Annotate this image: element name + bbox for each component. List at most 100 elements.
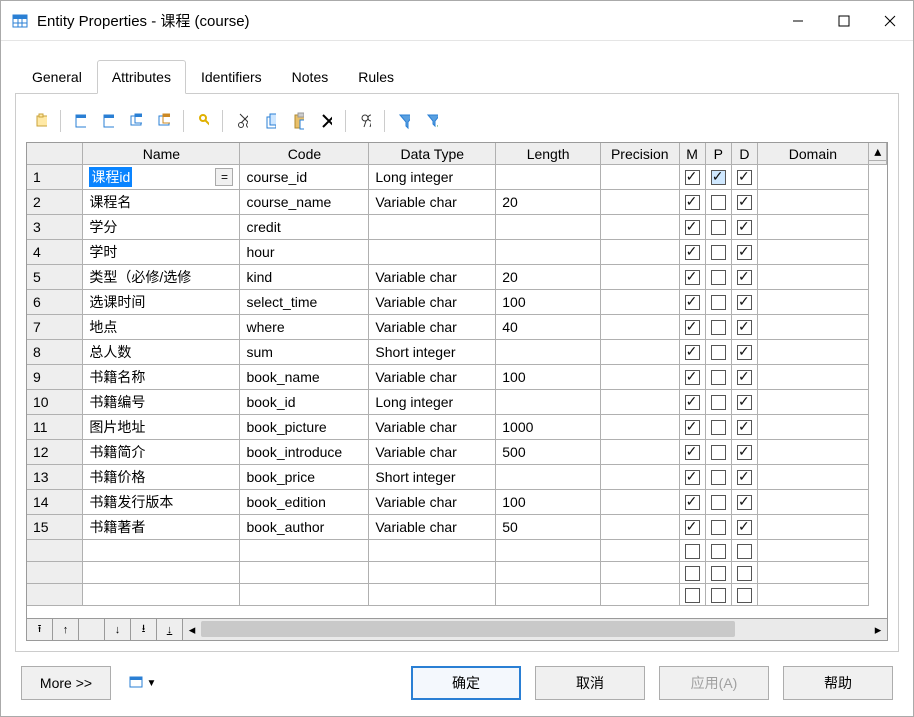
checkbox[interactable] bbox=[737, 588, 752, 603]
checkbox[interactable] bbox=[737, 320, 752, 335]
checkbox[interactable] bbox=[737, 245, 752, 260]
more-button[interactable]: More >> bbox=[21, 666, 111, 700]
table-row[interactable]: 12书籍简介book_introduceVariable char500 bbox=[27, 440, 887, 465]
checkbox[interactable] bbox=[685, 270, 700, 285]
cell-domain[interactable] bbox=[758, 490, 869, 515]
add-row-icon[interactable]: ★ bbox=[95, 108, 121, 134]
cell-name[interactable]: 课程名 bbox=[89, 194, 131, 210]
cell-code[interactable]: select_time bbox=[240, 290, 369, 315]
cell-domain[interactable] bbox=[758, 340, 869, 365]
checkbox[interactable] bbox=[711, 320, 726, 335]
cell-domain[interactable] bbox=[758, 190, 869, 215]
cell-type[interactable]: Variable char bbox=[369, 315, 496, 340]
row-number[interactable]: 6 bbox=[27, 290, 83, 315]
cancel-button[interactable]: 取消 bbox=[535, 666, 645, 700]
row-number[interactable]: 12 bbox=[27, 440, 83, 465]
table-row[interactable]: 8总人数sumShort integer bbox=[27, 340, 887, 365]
row-number[interactable]: 15 bbox=[27, 515, 83, 540]
checkbox[interactable] bbox=[685, 370, 700, 385]
cell-precision[interactable] bbox=[601, 215, 680, 240]
cell-type[interactable]: Variable char bbox=[369, 440, 496, 465]
checkbox[interactable] bbox=[685, 566, 700, 581]
checkbox[interactable] bbox=[737, 520, 752, 535]
cell-precision[interactable] bbox=[601, 515, 680, 540]
checkbox[interactable] bbox=[737, 270, 752, 285]
table-row[interactable]: 4 学时 hour bbox=[27, 240, 887, 265]
cell-name[interactable]: 总人数 bbox=[89, 344, 131, 360]
cell-length[interactable]: 20 bbox=[496, 190, 601, 215]
cell-precision[interactable] bbox=[601, 490, 680, 515]
col-primary[interactable]: P bbox=[706, 143, 732, 165]
checkbox[interactable] bbox=[685, 445, 700, 460]
cell-length[interactable] bbox=[496, 390, 601, 415]
options-dropdown[interactable]: ▼ bbox=[121, 666, 163, 700]
tab-identifiers[interactable]: Identifiers bbox=[186, 60, 277, 94]
cell-domain[interactable] bbox=[758, 290, 869, 315]
col-data-type[interactable]: Data Type bbox=[369, 143, 496, 165]
cell-length[interactable]: 40 bbox=[496, 315, 601, 340]
col-code[interactable]: Code bbox=[240, 143, 369, 165]
row-number[interactable]: 2 bbox=[27, 190, 83, 215]
cell-length[interactable] bbox=[496, 465, 601, 490]
row-number[interactable]: 8 bbox=[27, 340, 83, 365]
cell-domain[interactable] bbox=[758, 440, 869, 465]
checkbox[interactable] bbox=[711, 544, 726, 559]
cell-type[interactable]: Variable char bbox=[369, 190, 496, 215]
col-displayed[interactable]: D bbox=[732, 143, 758, 165]
cell-name[interactable]: 书籍价格 bbox=[89, 469, 145, 485]
cut-icon[interactable] bbox=[229, 108, 255, 134]
table-row[interactable]: 9书籍名称book_nameVariable char100 bbox=[27, 365, 887, 390]
cell-name[interactable]: 图片地址 bbox=[89, 419, 145, 435]
cell-type[interactable]: Long integer bbox=[369, 165, 496, 190]
checkbox[interactable] bbox=[711, 370, 726, 385]
table-row[interactable]: 2课程名course_nameVariable char20 bbox=[27, 190, 887, 215]
cell-length[interactable]: 50 bbox=[496, 515, 601, 540]
checkbox[interactable] bbox=[711, 445, 726, 460]
checkbox[interactable] bbox=[685, 195, 700, 210]
cell-length[interactable] bbox=[496, 340, 601, 365]
cell-precision[interactable] bbox=[601, 340, 680, 365]
row-number[interactable]: 4 bbox=[27, 240, 83, 265]
checkbox[interactable] bbox=[737, 395, 752, 410]
checkbox[interactable] bbox=[711, 395, 726, 410]
apply-button[interactable]: 应用(A) bbox=[659, 666, 769, 700]
cell-name[interactable]: 书籍名称 bbox=[89, 369, 145, 385]
cell-length[interactable]: 100 bbox=[496, 365, 601, 390]
minimize-button[interactable] bbox=[775, 1, 821, 41]
cell-precision[interactable] bbox=[601, 165, 680, 190]
move-up-icon[interactable]: ↑ bbox=[53, 619, 79, 640]
cell-length[interactable]: 100 bbox=[496, 490, 601, 515]
cell-name[interactable]: 学分 bbox=[89, 219, 117, 235]
cell-precision[interactable] bbox=[601, 315, 680, 340]
corner-cell[interactable] bbox=[27, 143, 83, 165]
table-row-empty[interactable] bbox=[27, 584, 887, 606]
checkbox[interactable] bbox=[685, 245, 700, 260]
checkbox[interactable] bbox=[711, 588, 726, 603]
checkbox[interactable] bbox=[685, 295, 700, 310]
row-number[interactable]: 9 bbox=[27, 365, 83, 390]
col-domain[interactable]: Domain bbox=[758, 143, 869, 165]
cell-code[interactable]: course_id bbox=[240, 165, 369, 190]
move-bottom-bar-icon[interactable]: ↓ bbox=[157, 619, 183, 640]
cell-type[interactable]: Variable char bbox=[369, 415, 496, 440]
cell-precision[interactable] bbox=[601, 415, 680, 440]
cell-domain[interactable] bbox=[758, 240, 869, 265]
checkbox[interactable] bbox=[711, 420, 726, 435]
manage-icon[interactable] bbox=[151, 108, 177, 134]
cell-code[interactable]: credit bbox=[240, 215, 369, 240]
row-number[interactable]: 11 bbox=[27, 415, 83, 440]
cell-domain[interactable] bbox=[758, 315, 869, 340]
horizontal-scrollbar[interactable]: ◂ ▸ bbox=[183, 619, 887, 640]
filter-icon[interactable] bbox=[391, 108, 417, 134]
tab-notes[interactable]: Notes bbox=[277, 60, 344, 94]
row-number[interactable]: 10 bbox=[27, 390, 83, 415]
delete-icon[interactable] bbox=[313, 108, 339, 134]
checkbox[interactable] bbox=[711, 170, 726, 185]
cell-name[interactable]: 学时 bbox=[89, 244, 117, 260]
scroll-up-icon[interactable]: ▴ bbox=[869, 143, 887, 161]
checkbox[interactable] bbox=[685, 170, 700, 185]
checkbox[interactable] bbox=[685, 588, 700, 603]
checkbox[interactable] bbox=[685, 470, 700, 485]
cell-code[interactable]: hour bbox=[240, 240, 369, 265]
cell-code[interactable]: where bbox=[240, 315, 369, 340]
